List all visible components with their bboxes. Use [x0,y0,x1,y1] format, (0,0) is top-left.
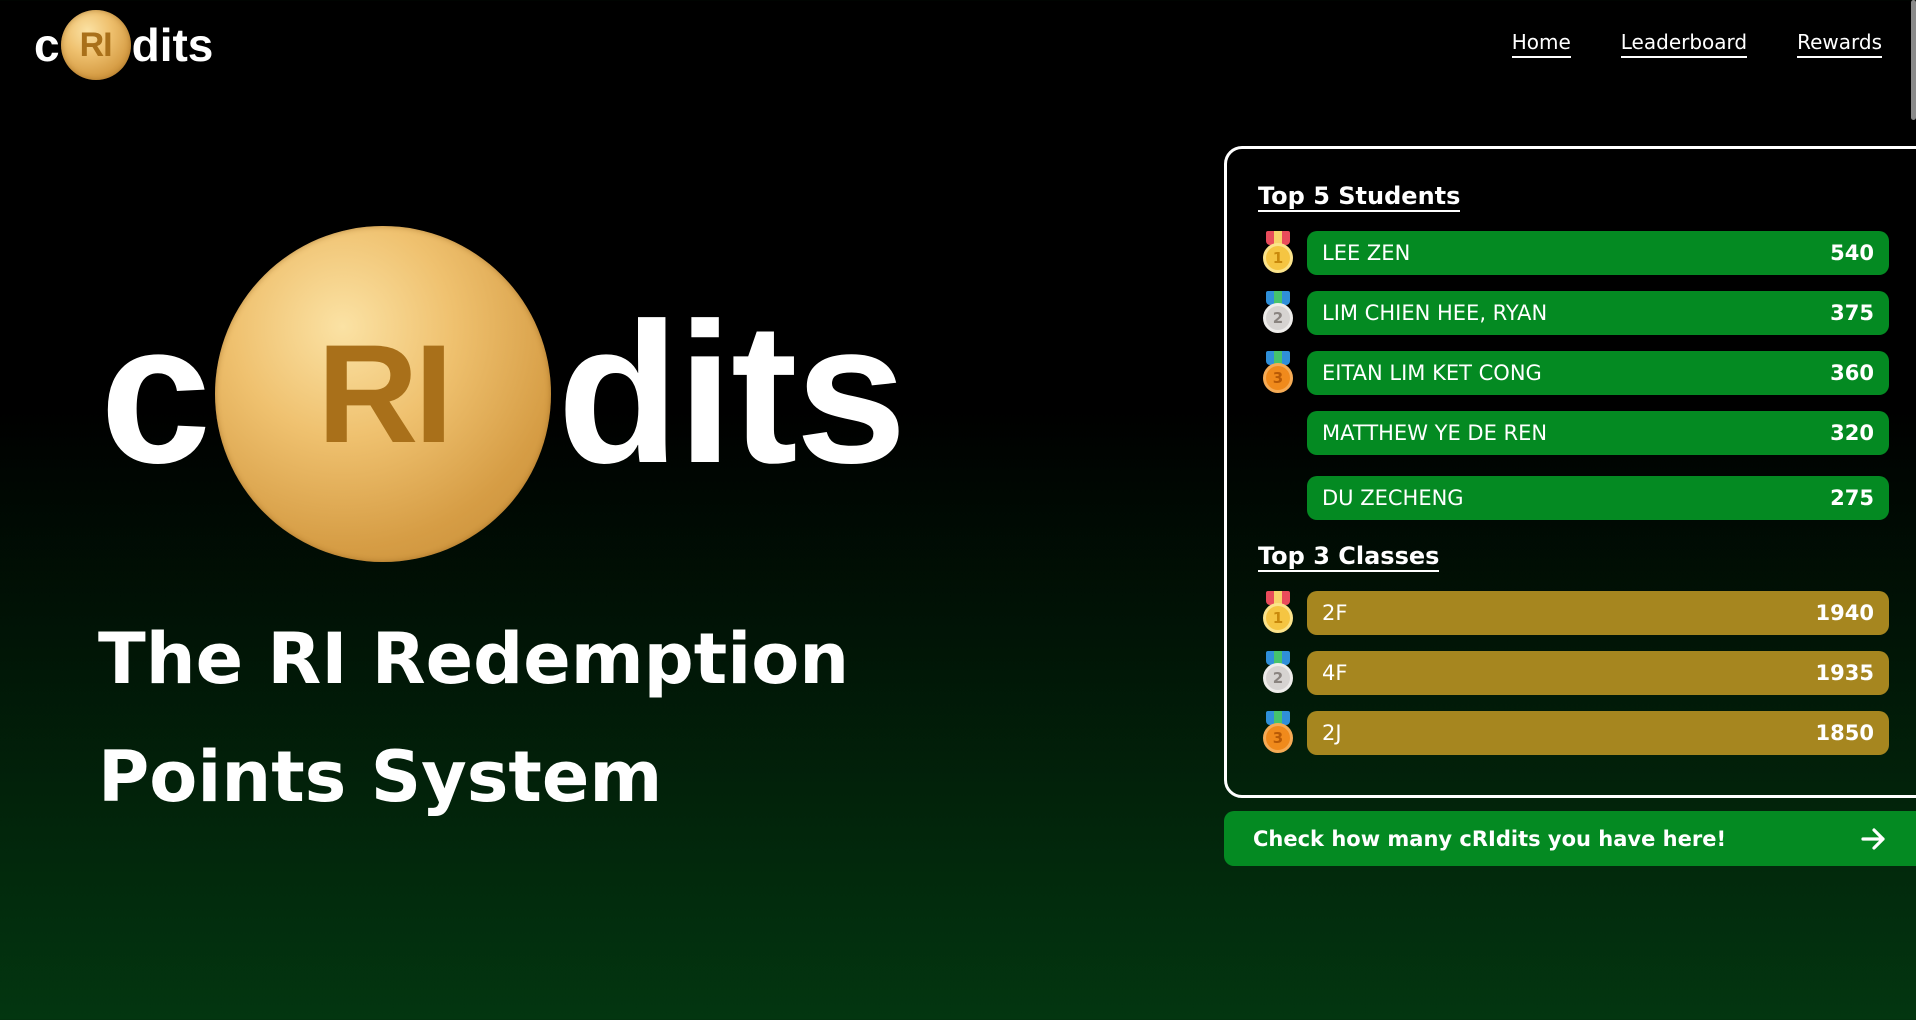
hero-title-line1: The RI Redemption [98,618,850,700]
class-row: 2F 1940 [1307,591,1889,635]
student-row: EITAN LIM KET CONG 360 [1307,351,1889,395]
bronze-medal-icon: 3 [1262,351,1294,397]
student-name: MATTHEW YE DE REN [1322,421,1548,445]
bronze-medal-icon: 3 [1262,711,1294,757]
hero-coin-icon: RI [215,226,552,562]
class-row: 4F 1935 [1307,651,1889,695]
student-points: 360 [1830,361,1874,385]
nav-link-home[interactable]: Home [1511,30,1571,58]
class-name: 2J [1322,721,1342,745]
class-points: 1940 [1815,601,1874,625]
arrow-right-icon [1861,828,1885,850]
header-logo[interactable]: c RI dits [34,8,213,82]
hero-logo-prefix: c [100,282,211,505]
hero-logo: c RI dits [100,226,907,562]
student-row: DU ZECHENG 275 [1307,476,1889,520]
class-row: 2J 1850 [1307,711,1889,755]
hero-title: The RI Redemption Points System [98,600,918,836]
silver-medal-icon: 2 [1262,291,1294,337]
student-points: 320 [1830,421,1874,445]
nav-link-rewards[interactable]: Rewards [1797,30,1882,58]
class-name: 4F [1322,661,1348,685]
gold-medal-icon: 1 [1262,591,1294,637]
student-name: DU ZECHENG [1322,486,1464,510]
class-points: 1850 [1815,721,1874,745]
student-points: 540 [1830,241,1874,265]
nav-link-leaderboard[interactable]: Leaderboard [1620,30,1748,58]
class-points: 1935 [1815,661,1874,685]
student-name: LIM CHIEN HEE, RYAN [1322,301,1548,325]
top-classes-heading: Top 3 Classes [1258,543,1440,573]
class-name: 2F [1322,601,1348,625]
gold-medal-icon: 1 [1262,231,1294,277]
hero-coin-text: RI [317,315,453,472]
student-row: LIM CHIEN HEE, RYAN 375 [1307,291,1889,335]
silver-medal-icon: 2 [1262,651,1294,697]
logo-text-suffix: dits [131,19,214,71]
student-points: 275 [1830,486,1874,510]
logo-text-prefix: c [34,19,60,71]
coin-logo-text: RI [79,26,113,64]
hero-title-line2: Points System [98,736,663,818]
hero-logo-suffix: dits [557,282,907,505]
student-points: 375 [1830,301,1874,325]
check-cridits-button[interactable]: Check how many cRIdits you have here! [1224,811,1916,866]
check-cridits-label: Check how many cRIdits you have here! [1253,826,1727,851]
student-name: LEE ZEN [1322,241,1411,265]
main-nav: Home Leaderboard Rewards [1511,30,1882,58]
coin-logo-icon: RI [60,10,131,80]
student-name: EITAN LIM KET CONG [1322,361,1542,385]
top-students-heading: Top 5 Students [1258,183,1461,213]
page-scrollbar[interactable] [1911,0,1916,120]
leaderboard-card: Top 5 Students 1 2 3 LEE ZEN 540 LIM CHI… [1224,146,1916,798]
student-row: LEE ZEN 540 [1307,231,1889,275]
student-row: MATTHEW YE DE REN 320 [1307,411,1889,455]
